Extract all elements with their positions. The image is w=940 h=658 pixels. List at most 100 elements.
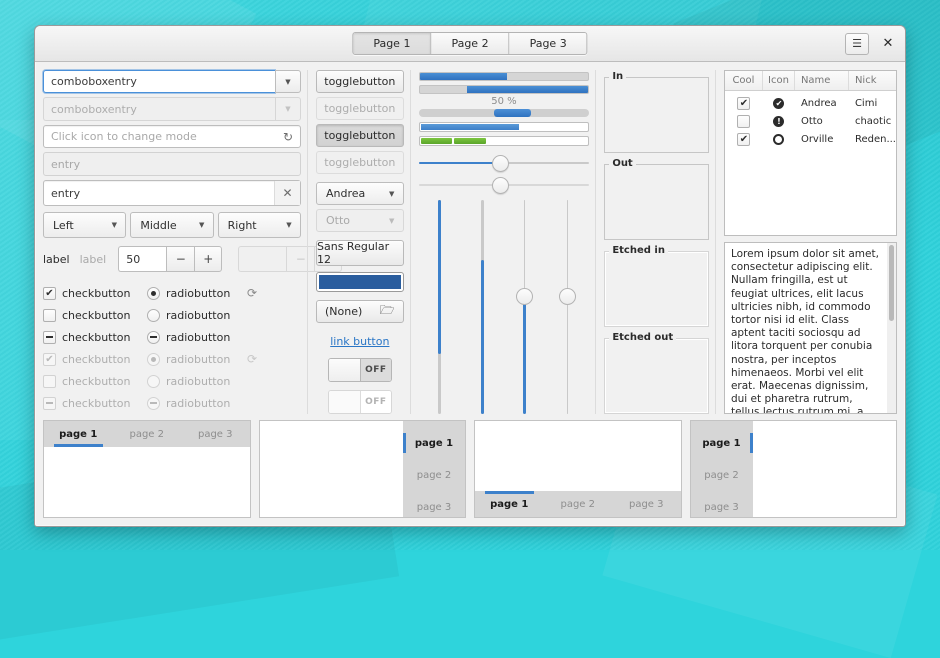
hscale-knob[interactable]: [492, 155, 509, 172]
checkbutton-checked[interactable]: ✔ checkbutton: [43, 287, 147, 300]
combo-middle[interactable]: Middle ▼: [130, 212, 213, 238]
link-button[interactable]: link button: [316, 335, 404, 348]
textview[interactable]: Lorem ipsum dolor sit amet, consectetur …: [724, 242, 897, 414]
notebook-left-tab-page-1[interactable]: page 1: [691, 427, 753, 459]
checkbutton-unchecked[interactable]: checkbutton: [43, 309, 147, 322]
spinbutton-minus[interactable]: −: [166, 246, 194, 272]
combo-andrea[interactable]: Andrea ▼: [316, 182, 404, 205]
spinbutton[interactable]: 50 − +: [118, 246, 222, 272]
textview-scrollbar[interactable]: [887, 243, 896, 413]
frame-out-caption: Out: [609, 158, 635, 169]
radiobutton-selected[interactable]: radiobutton: [147, 287, 247, 300]
column-header-icon[interactable]: Icon: [763, 71, 795, 90]
treeview[interactable]: Cool Icon Name Nick ✔ ✔ Andrea Cimi !: [724, 70, 897, 236]
scale-marked-thumb[interactable]: [494, 109, 532, 117]
notebook-bottom-tab-page-2[interactable]: page 2: [544, 491, 613, 517]
notebook-bottom-tab-page-3[interactable]: page 3: [612, 491, 681, 517]
header-controls: ☰ ✕: [845, 33, 897, 55]
radiobutton-mixed-disabled: radiobutton: [147, 397, 247, 410]
spinbutton-value[interactable]: 50: [118, 246, 166, 272]
notebook-top-tab-page-1[interactable]: page 1: [44, 421, 113, 447]
combo-right-label: Right: [228, 219, 257, 232]
radio-icon: [147, 375, 160, 388]
radio-icon: [147, 287, 160, 300]
radiobutton-unselected[interactable]: radiobutton: [147, 309, 247, 322]
hscale-plain[interactable]: [419, 174, 590, 196]
levelbar-segment: [454, 138, 486, 144]
spinbutton-plus[interactable]: +: [194, 246, 222, 272]
vscale-knob-fill[interactable]: [515, 200, 535, 414]
checkbutton-label: checkbutton: [62, 397, 131, 410]
togglebutton-3-active[interactable]: togglebutton: [316, 124, 404, 147]
comboboxentry-focused[interactable]: comboboxentry ▼: [43, 70, 301, 93]
scale-marked[interactable]: [419, 109, 590, 117]
color-button[interactable]: [316, 272, 404, 292]
column-header-cool[interactable]: Cool: [725, 71, 763, 90]
column-header-nick[interactable]: Nick: [849, 71, 896, 90]
row-cool-checkbox[interactable]: [725, 115, 763, 128]
notebook-top-tab-page-3[interactable]: page 3: [181, 421, 250, 447]
levelbar-discrete: [419, 136, 590, 146]
notebook-tabs-top[interactable]: page 1 page 2 page 3: [43, 420, 251, 518]
vscale-knob[interactable]: [516, 288, 533, 305]
table-row[interactable]: ✔ ✔ Andrea Cimi: [725, 94, 896, 112]
check-icon: ✔: [43, 353, 56, 366]
table-row[interactable]: ! Otto chaotic: [725, 112, 896, 130]
checkbutton-mixed[interactable]: checkbutton: [43, 331, 147, 344]
combo-right[interactable]: Right ▼: [218, 212, 301, 238]
scrollbar-thumb[interactable]: [889, 245, 894, 321]
notebook-right-tab-page-3[interactable]: page 3: [403, 491, 465, 518]
switch-off[interactable]: OFF: [328, 358, 392, 382]
refresh-icon[interactable]: ↻: [283, 130, 293, 144]
check-circle-icon: ✔: [763, 98, 795, 109]
font-button[interactable]: Sans Regular 12: [316, 240, 404, 266]
header-tab-page-3[interactable]: Page 3: [510, 33, 587, 54]
notebook-right-body: [260, 421, 404, 517]
notebook-right-tab-page-1[interactable]: page 1: [403, 427, 465, 459]
vscale-filled-top[interactable]: [430, 200, 450, 414]
togglebutton-4-disabled: togglebutton: [316, 151, 404, 174]
notebook-tabs-right[interactable]: page 1 page 2 page 3: [259, 420, 467, 518]
notebook-bottom-tabstrip: page 1 page 2 page 3: [475, 491, 681, 517]
clear-icon[interactable]: ✕: [274, 181, 300, 205]
header-tab-page-1[interactable]: Page 1: [353, 33, 431, 54]
notebook-left-tab-page-3[interactable]: page 3: [691, 491, 753, 518]
notebook-right-tab-page-2[interactable]: page 2: [403, 459, 465, 491]
row-cool-checkbox[interactable]: ✔: [725, 133, 763, 146]
switch-label: OFF: [361, 359, 391, 381]
togglebutton-1[interactable]: togglebutton: [316, 70, 404, 93]
entry-disabled: entry: [43, 152, 301, 176]
notebook-bottom-tab-page-1[interactable]: page 1: [475, 491, 544, 517]
switch-label-disabled: OFF: [361, 391, 391, 413]
hamburger-menu-button[interactable]: ☰: [845, 33, 869, 55]
notebook-tabs-left[interactable]: page 1 page 2 page 3: [690, 420, 898, 518]
tab-label: page 3: [417, 502, 452, 513]
comboboxentry-focused-text[interactable]: comboboxentry: [43, 70, 275, 93]
hscale-with-fill[interactable]: [419, 152, 590, 174]
check-icon: ✔: [737, 133, 750, 146]
notebook-top-tab-page-2[interactable]: page 2: [113, 421, 182, 447]
combo-left[interactable]: Left ▼: [43, 212, 126, 238]
notebook-left-tab-page-2[interactable]: page 2: [691, 459, 753, 491]
progress-percent-label: 50 %: [419, 96, 590, 107]
hscale-plain-knob[interactable]: [492, 177, 509, 194]
progressbar-rtl-fill: [467, 86, 588, 93]
vscale-filled-bottom[interactable]: [473, 200, 493, 414]
close-icon[interactable]: ✕: [879, 35, 897, 53]
comboboxentry-selected-text: comboboxentry: [51, 75, 137, 88]
vscale-plain-knob[interactable]: [559, 288, 576, 305]
notebook-tabs-bottom[interactable]: page 1 page 2 page 3: [474, 420, 682, 518]
column-header-name[interactable]: Name: [795, 71, 849, 90]
header-tab-page-2[interactable]: Page 2: [431, 33, 509, 54]
file-chooser-button[interactable]: (None) 🗁: [316, 300, 404, 323]
vscale-knob-plain[interactable]: [558, 200, 578, 414]
chevron-down-icon[interactable]: ▼: [275, 70, 301, 93]
entry-icon-mode[interactable]: Click icon to change mode ↻: [43, 125, 301, 149]
table-row[interactable]: ✔ Orville Reden...: [725, 130, 896, 148]
hamburger-menu-icon: ☰: [852, 37, 862, 50]
color-swatch: [319, 275, 401, 289]
row-cool-checkbox[interactable]: ✔: [725, 97, 763, 110]
radiobutton-mixed[interactable]: radiobutton: [147, 331, 247, 344]
frame-in-caption: In: [609, 71, 626, 82]
entry-with-clear[interactable]: entry ✕: [43, 180, 301, 206]
